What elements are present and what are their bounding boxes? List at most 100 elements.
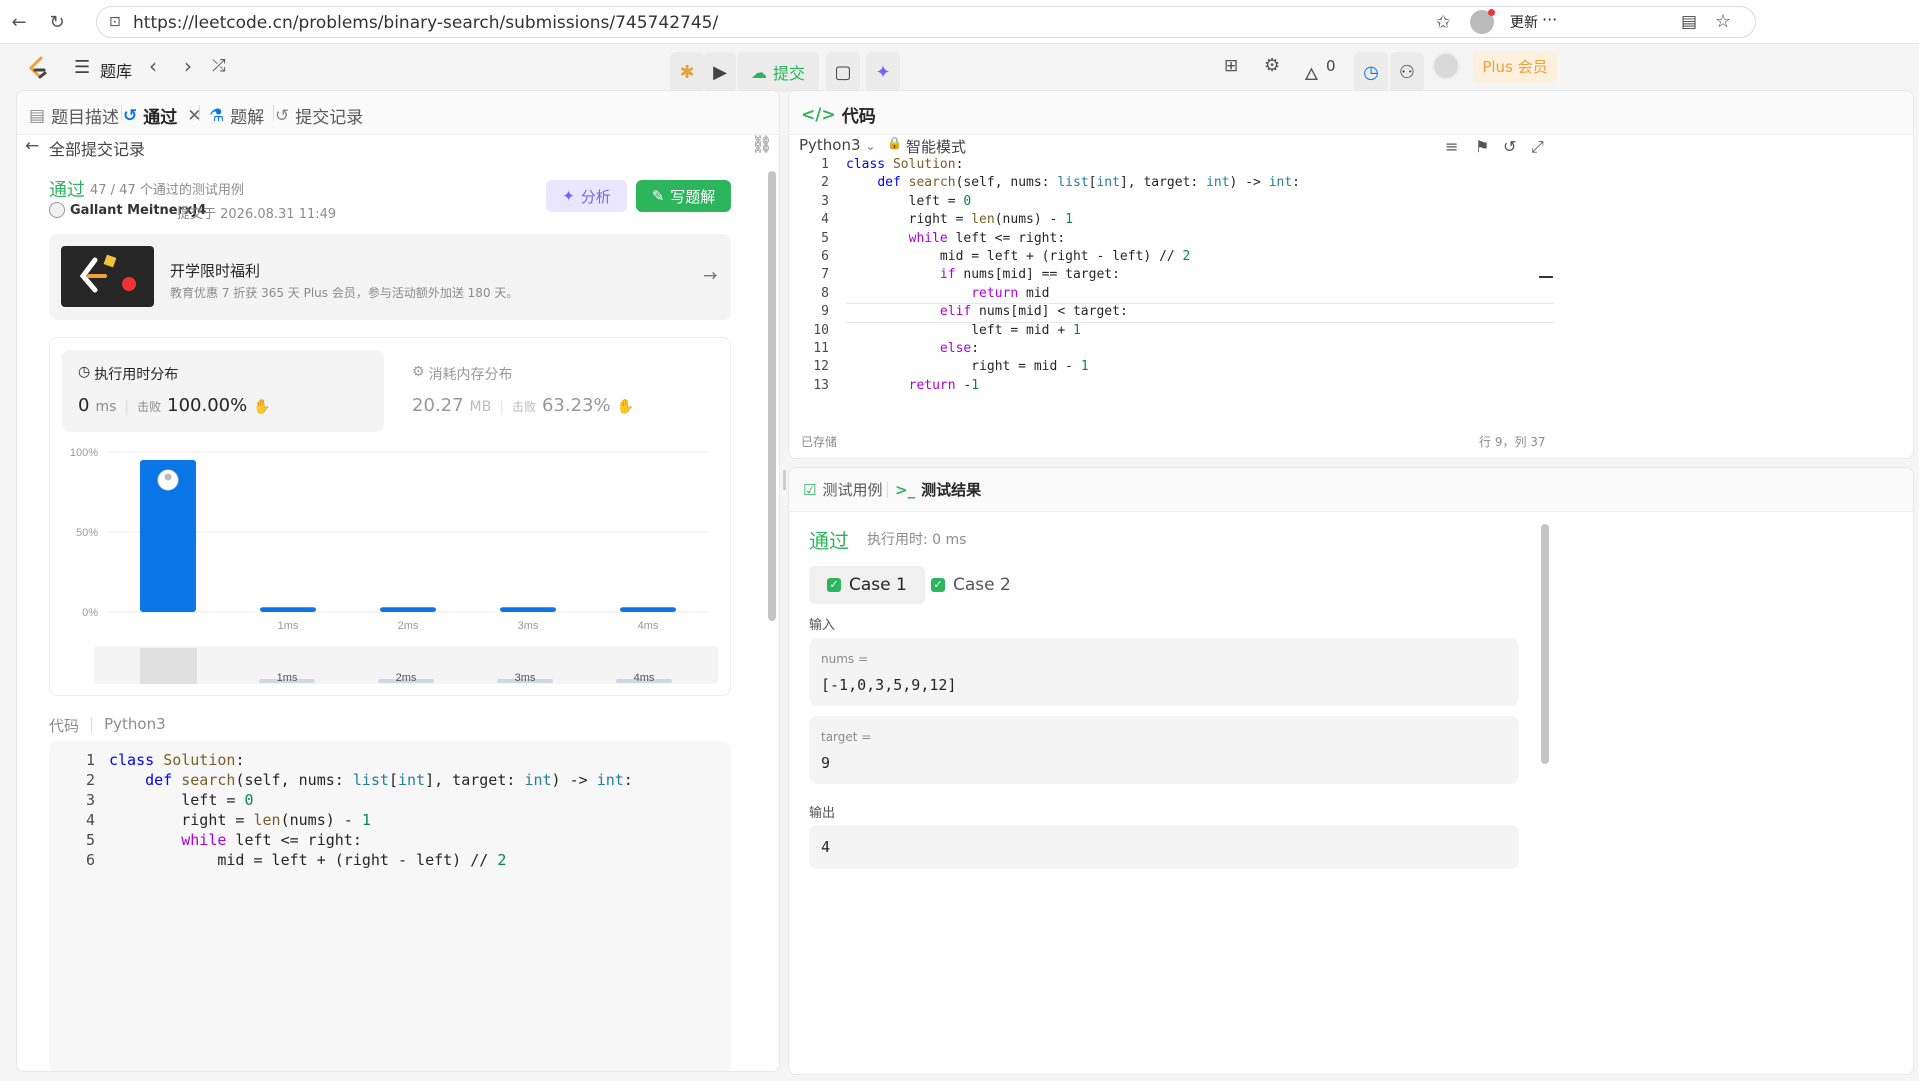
code-section-lang: Python3 bbox=[104, 715, 166, 733]
flask-icon: ⚗ bbox=[209, 105, 225, 126]
saved-status: 已存储 bbox=[801, 435, 838, 449]
flame-icon[interactable]: 🜂 bbox=[1304, 55, 1319, 90]
tab-solutions[interactable]: ⚗ 题解 bbox=[209, 103, 264, 129]
case-tabs: ✓ Case 1 ✓ Case 2 bbox=[809, 566, 1329, 604]
chart-bar bbox=[620, 607, 676, 612]
run-icon[interactable]: ▶ bbox=[704, 52, 736, 92]
history-icon: ↺ bbox=[275, 105, 290, 126]
address-bar[interactable]: ⊡ https://leetcode.cn/problems/binary-se… bbox=[96, 6, 1756, 38]
terminal-icon: >_ bbox=[895, 480, 916, 499]
plus-member-button[interactable]: Plus 会员 bbox=[1473, 51, 1557, 83]
lock-icon: 🔒 bbox=[887, 136, 902, 150]
line-number: 13 bbox=[813, 377, 829, 393]
tab-test-result[interactable]: >_ 测试结果 bbox=[895, 479, 981, 500]
user-avatar-head bbox=[164, 473, 172, 481]
case-2-tab[interactable]: ✓ Case 2 bbox=[913, 566, 1029, 604]
add-friend-icon[interactable]: ⚇ bbox=[1390, 52, 1424, 92]
list-icon[interactable]: ☰ bbox=[74, 57, 90, 78]
code-text: left = mid + 1 bbox=[846, 322, 1081, 338]
chart-bar bbox=[380, 607, 436, 612]
reader-mode-icon[interactable]: ▤ bbox=[1681, 12, 1697, 32]
runtime-box[interactable]: ◷ 执行用时分布 0 ms | 击败 100.00% ✋ bbox=[62, 350, 384, 432]
tab-divider bbox=[887, 482, 888, 498]
prev-problem-icon[interactable]: ‹ bbox=[149, 54, 157, 78]
back-arrow-icon[interactable]: ← bbox=[25, 136, 39, 156]
tab-passed[interactable]: ↺ 通过 ✕ bbox=[123, 103, 202, 129]
reload-icon[interactable]: ↻ bbox=[46, 12, 68, 34]
memory-value: 20.27 bbox=[412, 395, 464, 416]
runtime-unit: ms bbox=[95, 399, 117, 415]
tab-submissions[interactable]: ↺ 提交记录 bbox=[275, 103, 363, 129]
tab-description[interactable]: ▤ 题目描述 bbox=[29, 103, 119, 129]
ai-sparkle-icon[interactable]: ✦ bbox=[866, 52, 900, 92]
write-solution-button[interactable]: ✎ 写题解 bbox=[636, 180, 731, 212]
history-icon: ↺ bbox=[123, 105, 138, 126]
back-icon[interactable]: ← bbox=[8, 12, 30, 34]
shuffle-icon[interactable]: ⤮ bbox=[212, 56, 226, 76]
favorite-star-icon[interactable]: ☆ bbox=[1715, 11, 1731, 32]
bookmark-icon[interactable]: ⚑ bbox=[1475, 137, 1489, 156]
all-submissions-link[interactable]: 全部提交记录 bbox=[49, 136, 145, 160]
code-text: def search(self, nums: list[int], target… bbox=[145, 771, 633, 789]
promo-banner[interactable]: 开学限时福利 教育优惠 7 折获 365 天 Plus 会员，参与活动额外加送 … bbox=[49, 234, 731, 320]
submit-button[interactable]: ☁ 提交 bbox=[737, 52, 819, 92]
panel-resize-handle[interactable] bbox=[783, 470, 786, 490]
leetcode-logo-icon[interactable] bbox=[26, 56, 50, 82]
code-text: else: bbox=[939, 341, 980, 356]
left-scrollbar[interactable] bbox=[768, 171, 776, 621]
reset-icon[interactable]: ↺ bbox=[1503, 137, 1516, 156]
tab-divider bbox=[273, 105, 274, 121]
code-text: def search(self, nums: list[int], target… bbox=[877, 175, 1300, 191]
share-link-icon[interactable]: ⛓ bbox=[751, 135, 773, 155]
test-scrollbar[interactable] bbox=[1541, 524, 1549, 764]
chevron-down-icon: ⌄ bbox=[865, 139, 876, 153]
tab-test-cases[interactable]: ☑ 测试用例 bbox=[803, 479, 882, 500]
line-number: 2 bbox=[85, 771, 95, 789]
user-avatar[interactable] bbox=[1432, 52, 1460, 80]
url-text: https://leetcode.cn/problems/binary-sear… bbox=[133, 13, 719, 33]
browser-toolbar: ← ↻ ⊡ https://leetcode.cn/problems/binar… bbox=[0, 0, 1919, 44]
smart-mode-toggle[interactable]: 🔒 智能模式 bbox=[887, 136, 966, 157]
format-icon[interactable]: ≡ bbox=[1445, 137, 1458, 156]
navigator-tick-label: 3ms bbox=[515, 672, 536, 684]
next-problem-icon[interactable]: › bbox=[184, 54, 192, 78]
runtime-stats: 0 ms | 击败 100.00% ✋ bbox=[78, 395, 271, 416]
tab-code[interactable]: </> 代码 bbox=[801, 102, 876, 128]
line-number: 9 bbox=[821, 304, 829, 320]
cloud-upload-icon: ☁ bbox=[750, 62, 767, 82]
timer-icon[interactable]: ◷ bbox=[1354, 52, 1388, 92]
result-status: 通过 bbox=[49, 180, 85, 201]
memory-title-row[interactable]: ⚙ 消耗内存分布 bbox=[412, 364, 513, 384]
left-tab-bar: ▤ 题目描述 ↺ 通过 ✕ ⚗ 题解 ↺ 提交记录 bbox=[17, 91, 779, 135]
code-text: mid = left + (right - left) // 2 bbox=[109, 851, 507, 869]
minimap-cursor bbox=[1539, 276, 1553, 278]
update-button[interactable]: 更新 bbox=[1510, 12, 1538, 32]
line-number: 2 bbox=[821, 175, 829, 191]
promo-image bbox=[61, 246, 154, 307]
more-menu-button[interactable]: ··· bbox=[1542, 10, 1557, 29]
debug-icon[interactable]: ✱ bbox=[670, 52, 704, 92]
target-box-bg bbox=[809, 716, 1519, 784]
code-text: while left <= right: bbox=[181, 831, 362, 849]
site-info-icon[interactable]: ⊡ bbox=[109, 14, 121, 30]
sparkle-icon: ✦ bbox=[562, 187, 575, 205]
nums-label: nums = bbox=[821, 652, 869, 666]
code-text: left = 0 bbox=[109, 791, 254, 809]
analyze-button[interactable]: ✦ 分析 bbox=[546, 180, 627, 212]
layout-grid-icon[interactable]: ⊞ bbox=[1224, 56, 1238, 76]
case-1-tab[interactable]: ✓ Case 1 bbox=[809, 566, 925, 604]
testcases-passed: 47 / 47 个通过的测试用例 bbox=[90, 183, 244, 198]
memory-beats-label: 击败 bbox=[511, 400, 536, 414]
note-icon[interactable]: ▢ bbox=[826, 52, 860, 92]
settings-gear-icon[interactable]: ⚙ bbox=[1264, 55, 1280, 76]
code-text: right = mid - 1 bbox=[846, 359, 1089, 375]
language-select[interactable]: Python3 ⌄ bbox=[799, 136, 875, 154]
line-number: 11 bbox=[813, 341, 829, 356]
test-status: 通过 bbox=[809, 529, 849, 553]
fullscreen-icon[interactable]: ⤢ bbox=[1531, 137, 1544, 157]
favorites-icon[interactable]: ✩ bbox=[1432, 12, 1454, 34]
code-text: return -1 bbox=[908, 377, 980, 393]
problem-bank-link[interactable]: 题库 bbox=[100, 58, 132, 82]
line-number: 1 bbox=[85, 751, 95, 769]
output-box: 4 bbox=[809, 825, 1519, 869]
